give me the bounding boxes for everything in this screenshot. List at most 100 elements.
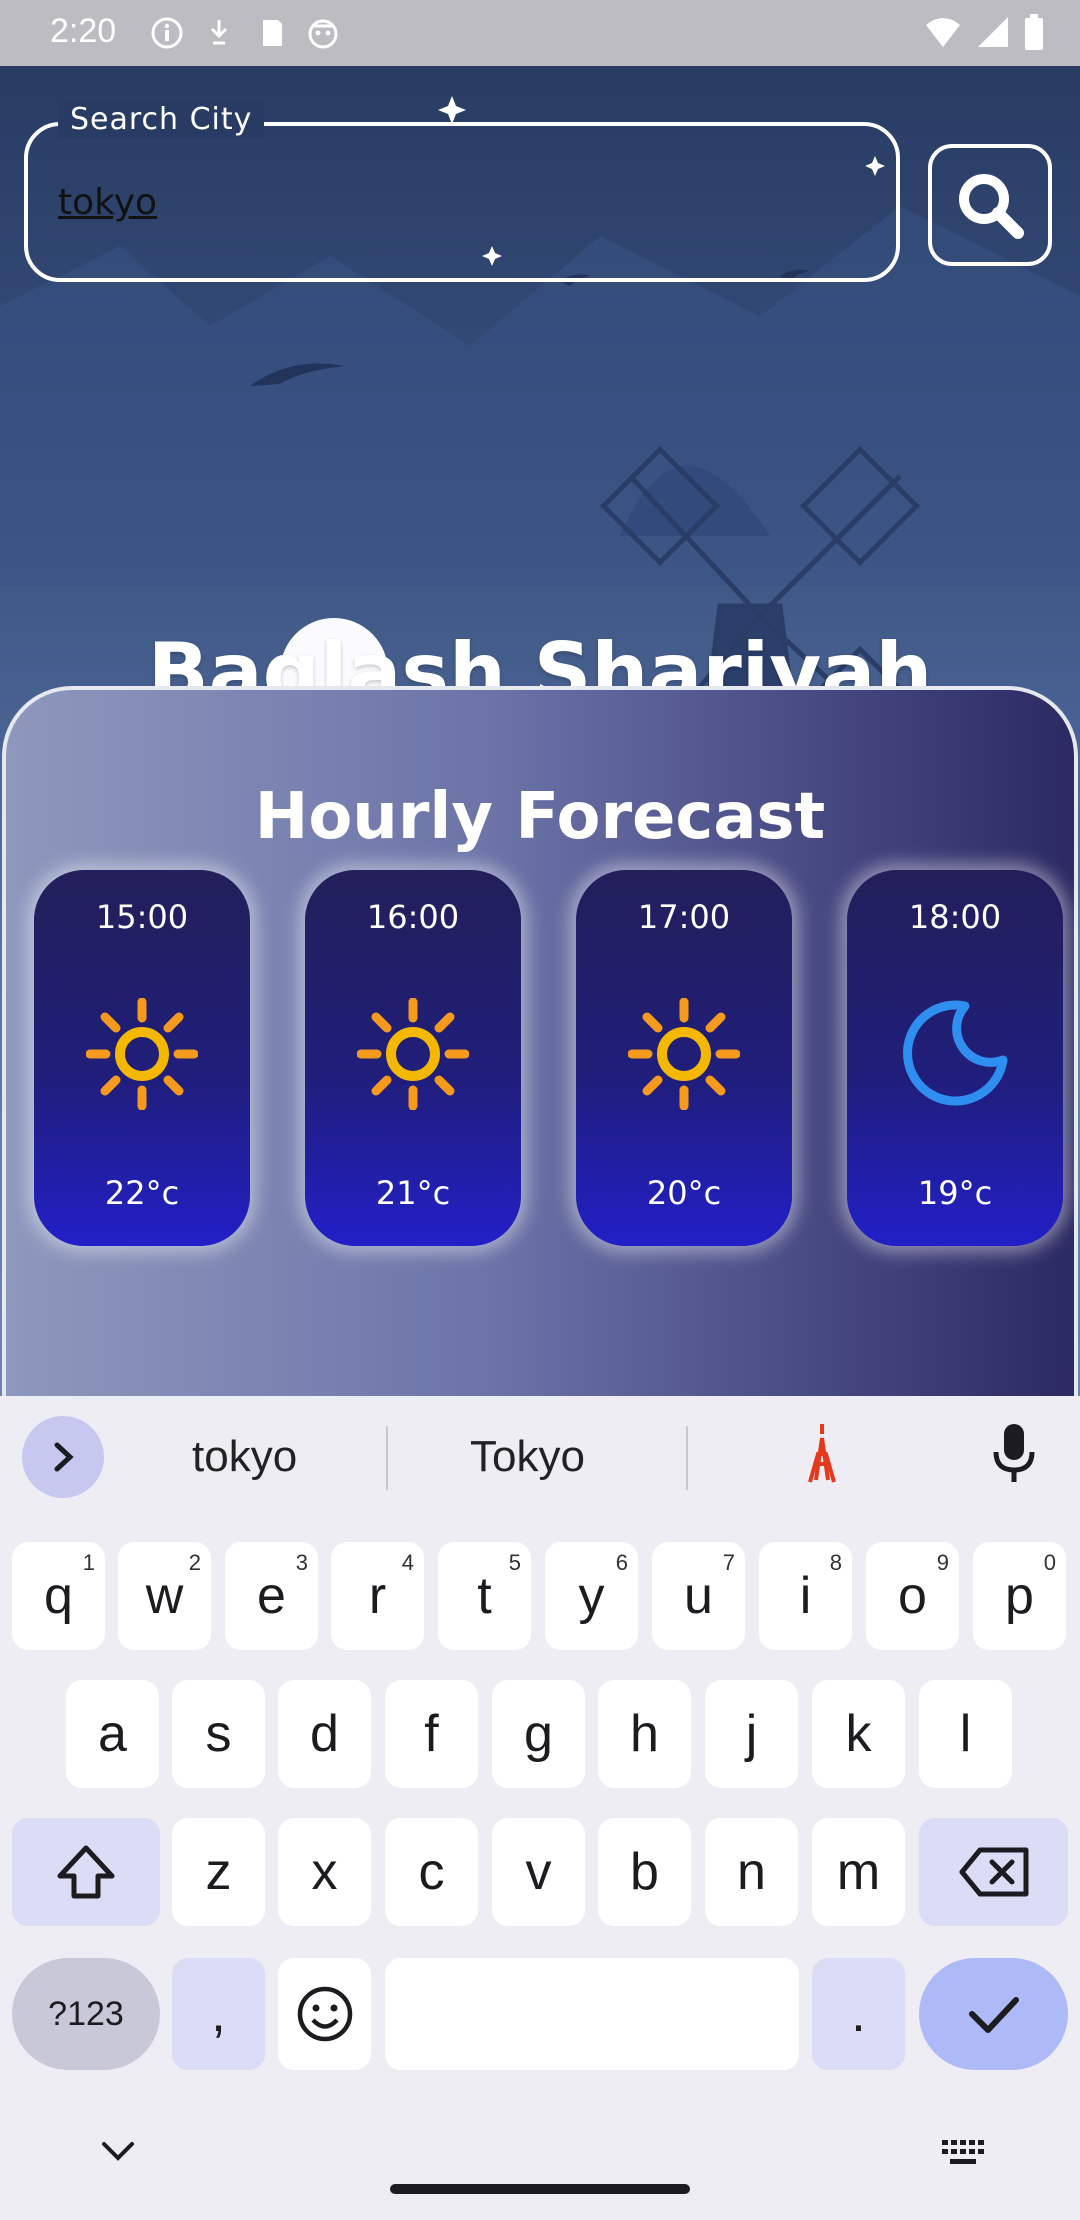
home-gesture-bar[interactable] — [390, 2184, 690, 2194]
key-x[interactable]: x — [278, 1818, 371, 1926]
search-city-label: Search City — [58, 102, 265, 137]
search-city-input[interactable]: tokyo — [58, 182, 157, 223]
expand-toolbar-button[interactable] — [22, 1416, 104, 1498]
key-v[interactable]: v — [492, 1818, 585, 1926]
key-u[interactable]: u7 — [652, 1542, 745, 1650]
key-s[interactable]: s — [172, 1680, 265, 1788]
hourly-forecast-title: Hourly Forecast — [254, 780, 826, 854]
status-system-icons — [924, 14, 1044, 50]
key-label: o — [898, 1567, 927, 1625]
suggestion-item[interactable]: Tokyo — [470, 1432, 585, 1482]
sun-icon — [86, 998, 198, 1110]
chevron-right-icon — [54, 1442, 74, 1472]
search-city-field[interactable]: Search City tokyo — [24, 102, 900, 282]
key-label: y — [578, 1567, 605, 1625]
key-k[interactable]: k — [812, 1680, 905, 1788]
key-t[interactable]: t5 — [438, 1542, 531, 1650]
forecast-temp: 21°c — [375, 1174, 451, 1212]
key-g[interactable]: g — [492, 1680, 585, 1788]
forecast-time: 18:00 — [908, 898, 1002, 936]
key-h[interactable]: h — [598, 1680, 691, 1788]
emoji-key[interactable] — [278, 1958, 371, 2070]
shift-key[interactable] — [12, 1818, 160, 1926]
key-label: w — [145, 1567, 184, 1625]
key-label: p — [1005, 1567, 1034, 1625]
search-icon — [959, 174, 1024, 239]
key-hint: 6 — [615, 1550, 628, 1575]
key-w[interactable]: w2 — [118, 1542, 211, 1650]
key-a[interactable]: a — [66, 1680, 159, 1788]
keyboard-suggestion-strip: tokyo Tokyo — [0, 1396, 1080, 1516]
key-d[interactable]: d — [278, 1680, 371, 1788]
forecast-card: 17:00 20°c — [576, 870, 792, 1246]
key-l[interactable]: l — [919, 1680, 1012, 1788]
backspace-key[interactable] — [919, 1818, 1068, 1926]
forecast-card: 15:00 22°c — [34, 870, 250, 1246]
key-m[interactable]: m — [812, 1818, 905, 1926]
suggestion-divider — [386, 1426, 388, 1490]
key-n[interactable]: n — [705, 1818, 798, 1926]
key-label: e — [257, 1567, 286, 1625]
key-r[interactable]: r4 — [331, 1542, 424, 1650]
tokyo-tower-icon — [808, 1424, 836, 1483]
chevron-down-icon — [102, 2142, 134, 2161]
search-button[interactable] — [928, 144, 1052, 266]
download-icon — [202, 16, 236, 50]
key-hint: 4 — [401, 1550, 414, 1575]
wifi-icon — [926, 18, 960, 47]
signal-icon — [978, 17, 1008, 47]
key-c[interactable]: c — [385, 1818, 478, 1926]
sd-card-icon — [254, 16, 288, 50]
comma-key[interactable]: , — [172, 1958, 265, 2070]
suggestion-item[interactable]: tokyo — [192, 1432, 297, 1482]
hourly-forecast-list: 15:00 22°c 16:00 21°c 17:00 20°c 18:00 1… — [0, 870, 1080, 1250]
period-key[interactable]: . — [812, 1958, 905, 2070]
key-hint: 7 — [722, 1550, 735, 1575]
forecast-card: 16:00 21°c — [305, 870, 521, 1246]
tokyo-tower-emoji-suggestion[interactable] — [800, 1424, 844, 1488]
forecast-time: 17:00 — [637, 898, 731, 936]
key-o[interactable]: o9 — [866, 1542, 959, 1650]
key-hint: 3 — [295, 1550, 308, 1575]
key-hint: 2 — [188, 1550, 201, 1575]
suggestion-divider — [686, 1426, 688, 1490]
key-i[interactable]: i8 — [759, 1542, 852, 1650]
forecast-temp: 22°c — [104, 1174, 180, 1212]
status-bar: 2:20 — [0, 0, 1080, 66]
voice-input-button[interactable] — [990, 1422, 1038, 1490]
key-j[interactable]: j — [705, 1680, 798, 1788]
moon-icon — [903, 1000, 1008, 1106]
space-key[interactable] — [385, 1958, 799, 2070]
key-z[interactable]: z — [172, 1818, 265, 1926]
key-hint: 8 — [829, 1550, 842, 1575]
battery-icon — [1025, 14, 1043, 50]
key-label: u — [684, 1567, 713, 1625]
enter-key[interactable] — [919, 1958, 1068, 2070]
sun-icon — [628, 998, 740, 1110]
symbols-key[interactable]: ?123 — [12, 1958, 160, 2070]
info-icon — [150, 16, 184, 50]
hide-keyboard-button[interactable] — [100, 2140, 136, 2168]
key-label: r — [368, 1567, 387, 1625]
key-p[interactable]: p0 — [973, 1542, 1066, 1650]
forecast-card: 18:00 19°c — [847, 870, 1063, 1246]
forecast-time: 15:00 — [95, 898, 189, 936]
forecast-time: 16:00 — [366, 898, 460, 936]
backspace-icon — [959, 1847, 1028, 1897]
forecast-temp: 20°c — [646, 1174, 722, 1212]
status-notification-icons — [150, 16, 340, 50]
key-y[interactable]: y6 — [545, 1542, 638, 1650]
key-label: t — [477, 1567, 492, 1625]
key-b[interactable]: b — [598, 1818, 691, 1926]
key-label: i — [799, 1567, 812, 1625]
checkmark-icon — [968, 1997, 1019, 2033]
key-hint: 9 — [936, 1550, 949, 1575]
forecast-temp: 19°c — [917, 1174, 993, 1212]
emoji-icon — [297, 1986, 352, 2042]
key-f[interactable]: f — [385, 1680, 478, 1788]
robot-face-icon — [306, 16, 340, 50]
key-q[interactable]: q1 — [12, 1542, 105, 1650]
keyboard-switcher-button[interactable] — [940, 2138, 986, 2172]
sun-icon — [357, 998, 469, 1110]
key-e[interactable]: e3 — [225, 1542, 318, 1650]
